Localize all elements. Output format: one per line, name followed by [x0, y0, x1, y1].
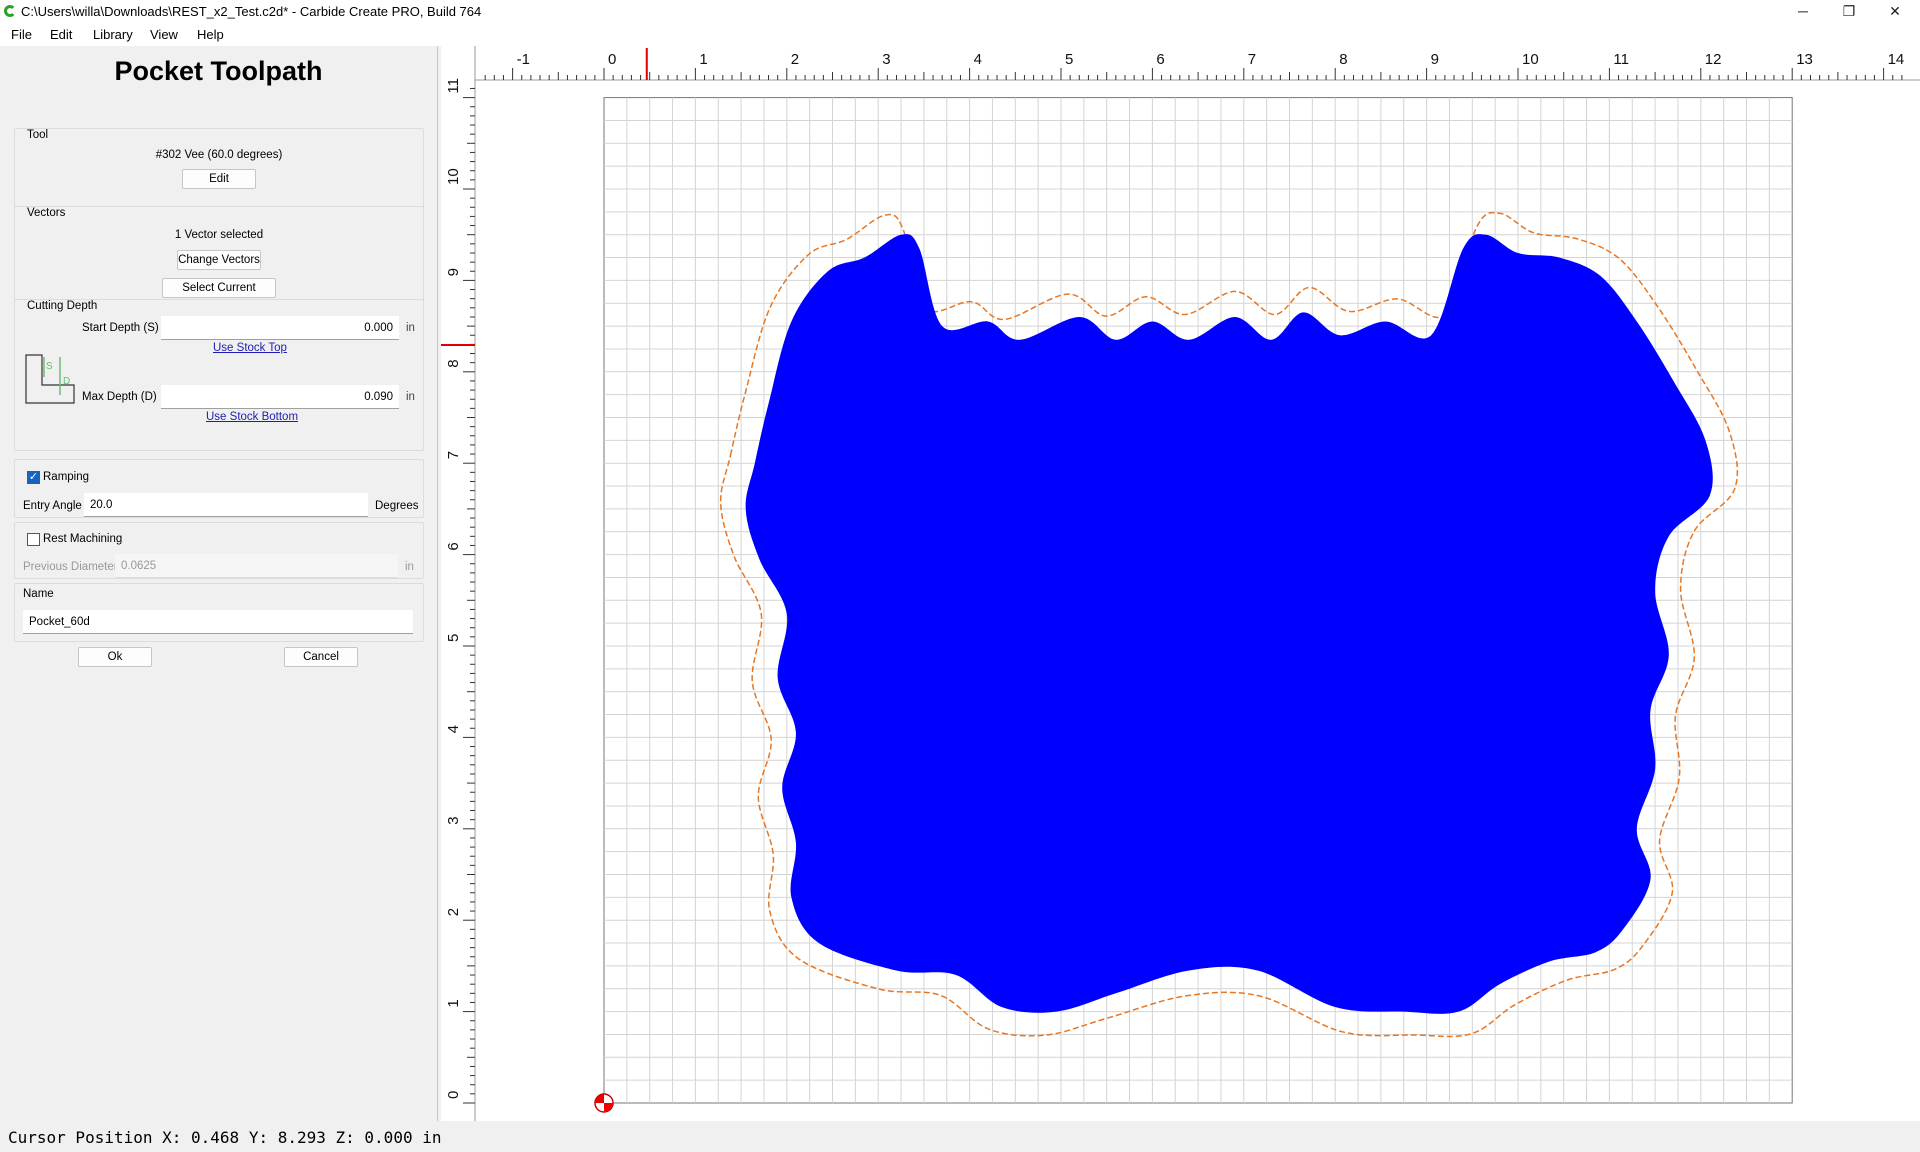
- x-ruler-label: 7: [1248, 51, 1256, 68]
- rest-machining-label: Rest Machining: [43, 533, 123, 545]
- x-ruler-label: 3: [882, 51, 890, 68]
- start-depth-input[interactable]: 0.000: [161, 316, 399, 340]
- y-ruler-label: 9: [445, 268, 462, 276]
- cursor-position-text: Cursor Position X: 0.468 Y: 8.293 Z: 0.0…: [8, 1128, 442, 1147]
- pocket-toolpath-fill[interactable]: [745, 234, 1713, 1014]
- name-group: Name Pocket_60d: [14, 583, 424, 642]
- left-ruler: 0 1 2 3 4 5 6 7 8 9 10 11: [441, 46, 476, 1121]
- change-vectors-button[interactable]: Change Vectors: [177, 250, 261, 270]
- entry-angle-unit: Degrees: [375, 500, 419, 512]
- pocket-toolpath-panel: Pocket Toolpath Tool #302 Vee (60.0 degr…: [0, 46, 438, 1121]
- app-logo-icon: [4, 5, 16, 17]
- x-ruler-label: 5: [1065, 51, 1073, 68]
- entry-angle-label: Entry Angle: [23, 500, 82, 512]
- rest-machining-checkbox[interactable]: [27, 533, 40, 546]
- menu-help[interactable]: Help: [197, 27, 224, 42]
- diagram-s-label: S: [46, 361, 53, 372]
- menu-edit[interactable]: Edit: [50, 27, 72, 42]
- y-ruler-label: 1: [445, 999, 462, 1007]
- x-ruler-label: 9: [1431, 51, 1439, 68]
- minimize-button[interactable]: ─: [1780, 0, 1826, 24]
- top-ruler: -1 0 1 2 3 4 5 6 7 8 9 10 11 12 13 14: [441, 46, 1920, 81]
- x-ruler-label: 1: [699, 51, 707, 68]
- tool-group-label: Tool: [27, 129, 49, 141]
- y-ruler-label: 0: [445, 1091, 462, 1099]
- x-ruler-label: 8: [1339, 51, 1347, 68]
- vectors-status: 1 Vector selected: [174, 229, 264, 241]
- cancel-button[interactable]: Cancel: [284, 647, 358, 667]
- use-stock-bottom-link[interactable]: Use Stock Bottom: [206, 411, 298, 423]
- select-current-vectors-button[interactable]: Select Current Vectors: [162, 278, 276, 313]
- y-ruler-label: 5: [445, 634, 462, 642]
- x-ruler-label: 6: [1156, 51, 1164, 68]
- tool-edit-button[interactable]: Edit: [182, 169, 256, 189]
- x-ruler-label: 0: [608, 51, 616, 68]
- x-ruler-label: -1: [517, 51, 530, 68]
- diagram-d-label: D: [63, 376, 70, 387]
- ramping-label: Ramping: [43, 471, 90, 483]
- tool-name: #302 Vee (60.0 degrees): [155, 149, 283, 161]
- status-bar: Cursor Position X: 0.468 Y: 8.293 Z: 0.0…: [0, 1121, 1920, 1152]
- ramping-checkbox[interactable]: ✓: [27, 471, 40, 484]
- toolpath-name-input[interactable]: Pocket_60d: [23, 610, 413, 634]
- origin-icon: [594, 1093, 614, 1113]
- restore-button[interactable]: ❐: [1826, 0, 1872, 24]
- x-ruler-label: 14: [1888, 51, 1905, 68]
- menu-file[interactable]: File: [11, 27, 32, 42]
- panel-title: Pocket Toolpath: [114, 56, 323, 86]
- y-ruler-label: 2: [445, 908, 462, 916]
- entry-angle-input[interactable]: 20.0: [84, 493, 368, 517]
- previous-diameter-label: Previous Diameter: [23, 561, 118, 573]
- max-depth-input[interactable]: 0.090: [161, 385, 399, 409]
- close-button[interactable]: ✕: [1872, 0, 1918, 24]
- y-ruler-label: 7: [445, 451, 462, 459]
- ramping-group: ✓ Ramping Entry Angle 20.0 Degrees: [14, 459, 424, 518]
- depth-diagram-icon: S D: [25, 354, 75, 404]
- y-ruler-label: 6: [445, 542, 462, 550]
- ok-button[interactable]: Ok: [78, 647, 152, 667]
- rest-machining-group: Rest Machining Previous Diameter 0.0625 …: [14, 522, 424, 579]
- x-ruler-label: 10: [1522, 51, 1539, 68]
- start-depth-unit: in: [406, 322, 415, 334]
- cutting-depth-label: Cutting Depth: [27, 300, 98, 312]
- design-canvas[interactable]: -1 0 1 2 3 4 5 6 7 8 9 10 11 12 13 14 0 1 2 3 4 5 6 7 8 9 10 11: [441, 46, 1920, 1121]
- y-ruler-label: 11: [445, 78, 462, 94]
- name-label: Name: [23, 588, 54, 600]
- max-depth-label: Max Depth (D): [82, 391, 157, 403]
- x-ruler-label: 13: [1796, 51, 1813, 68]
- previous-diameter-unit: in: [405, 561, 414, 573]
- y-ruler-label: 8: [445, 359, 462, 367]
- x-ruler-label: 11: [1613, 51, 1629, 68]
- title-bar: C:\Users\willa\Downloads\REST_x2_Test.c2…: [0, 0, 1920, 24]
- x-ruler-label: 4: [974, 51, 982, 68]
- x-ruler-label: 12: [1705, 51, 1722, 68]
- y-ruler-label: 3: [445, 816, 462, 824]
- max-depth-unit: in: [406, 391, 415, 403]
- use-stock-top-link[interactable]: Use Stock Top: [213, 342, 287, 354]
- x-ruler-label: 2: [791, 51, 799, 68]
- start-depth-label: Start Depth (S): [82, 322, 159, 334]
- y-ruler-label: 10: [445, 168, 462, 185]
- menu-view[interactable]: View: [150, 27, 178, 42]
- previous-diameter-input[interactable]: 0.0625: [115, 554, 398, 578]
- vectors-group-label: Vectors: [27, 207, 66, 219]
- canvas-drawing[interactable]: -1 0 1 2 3 4 5 6 7 8 9 10 11 12 13 14 01234567891011: [441, 46, 1920, 1121]
- window-title: C:\Users\willa\Downloads\REST_x2_Test.c2…: [21, 4, 482, 19]
- y-ruler-label: 4: [445, 725, 462, 733]
- cutting-depth-group: Cutting Depth Start Depth (S) 0.000 in U…: [14, 299, 424, 451]
- menu-library[interactable]: Library: [93, 27, 133, 42]
- menu-bar: File Edit Library View Help: [0, 24, 1920, 46]
